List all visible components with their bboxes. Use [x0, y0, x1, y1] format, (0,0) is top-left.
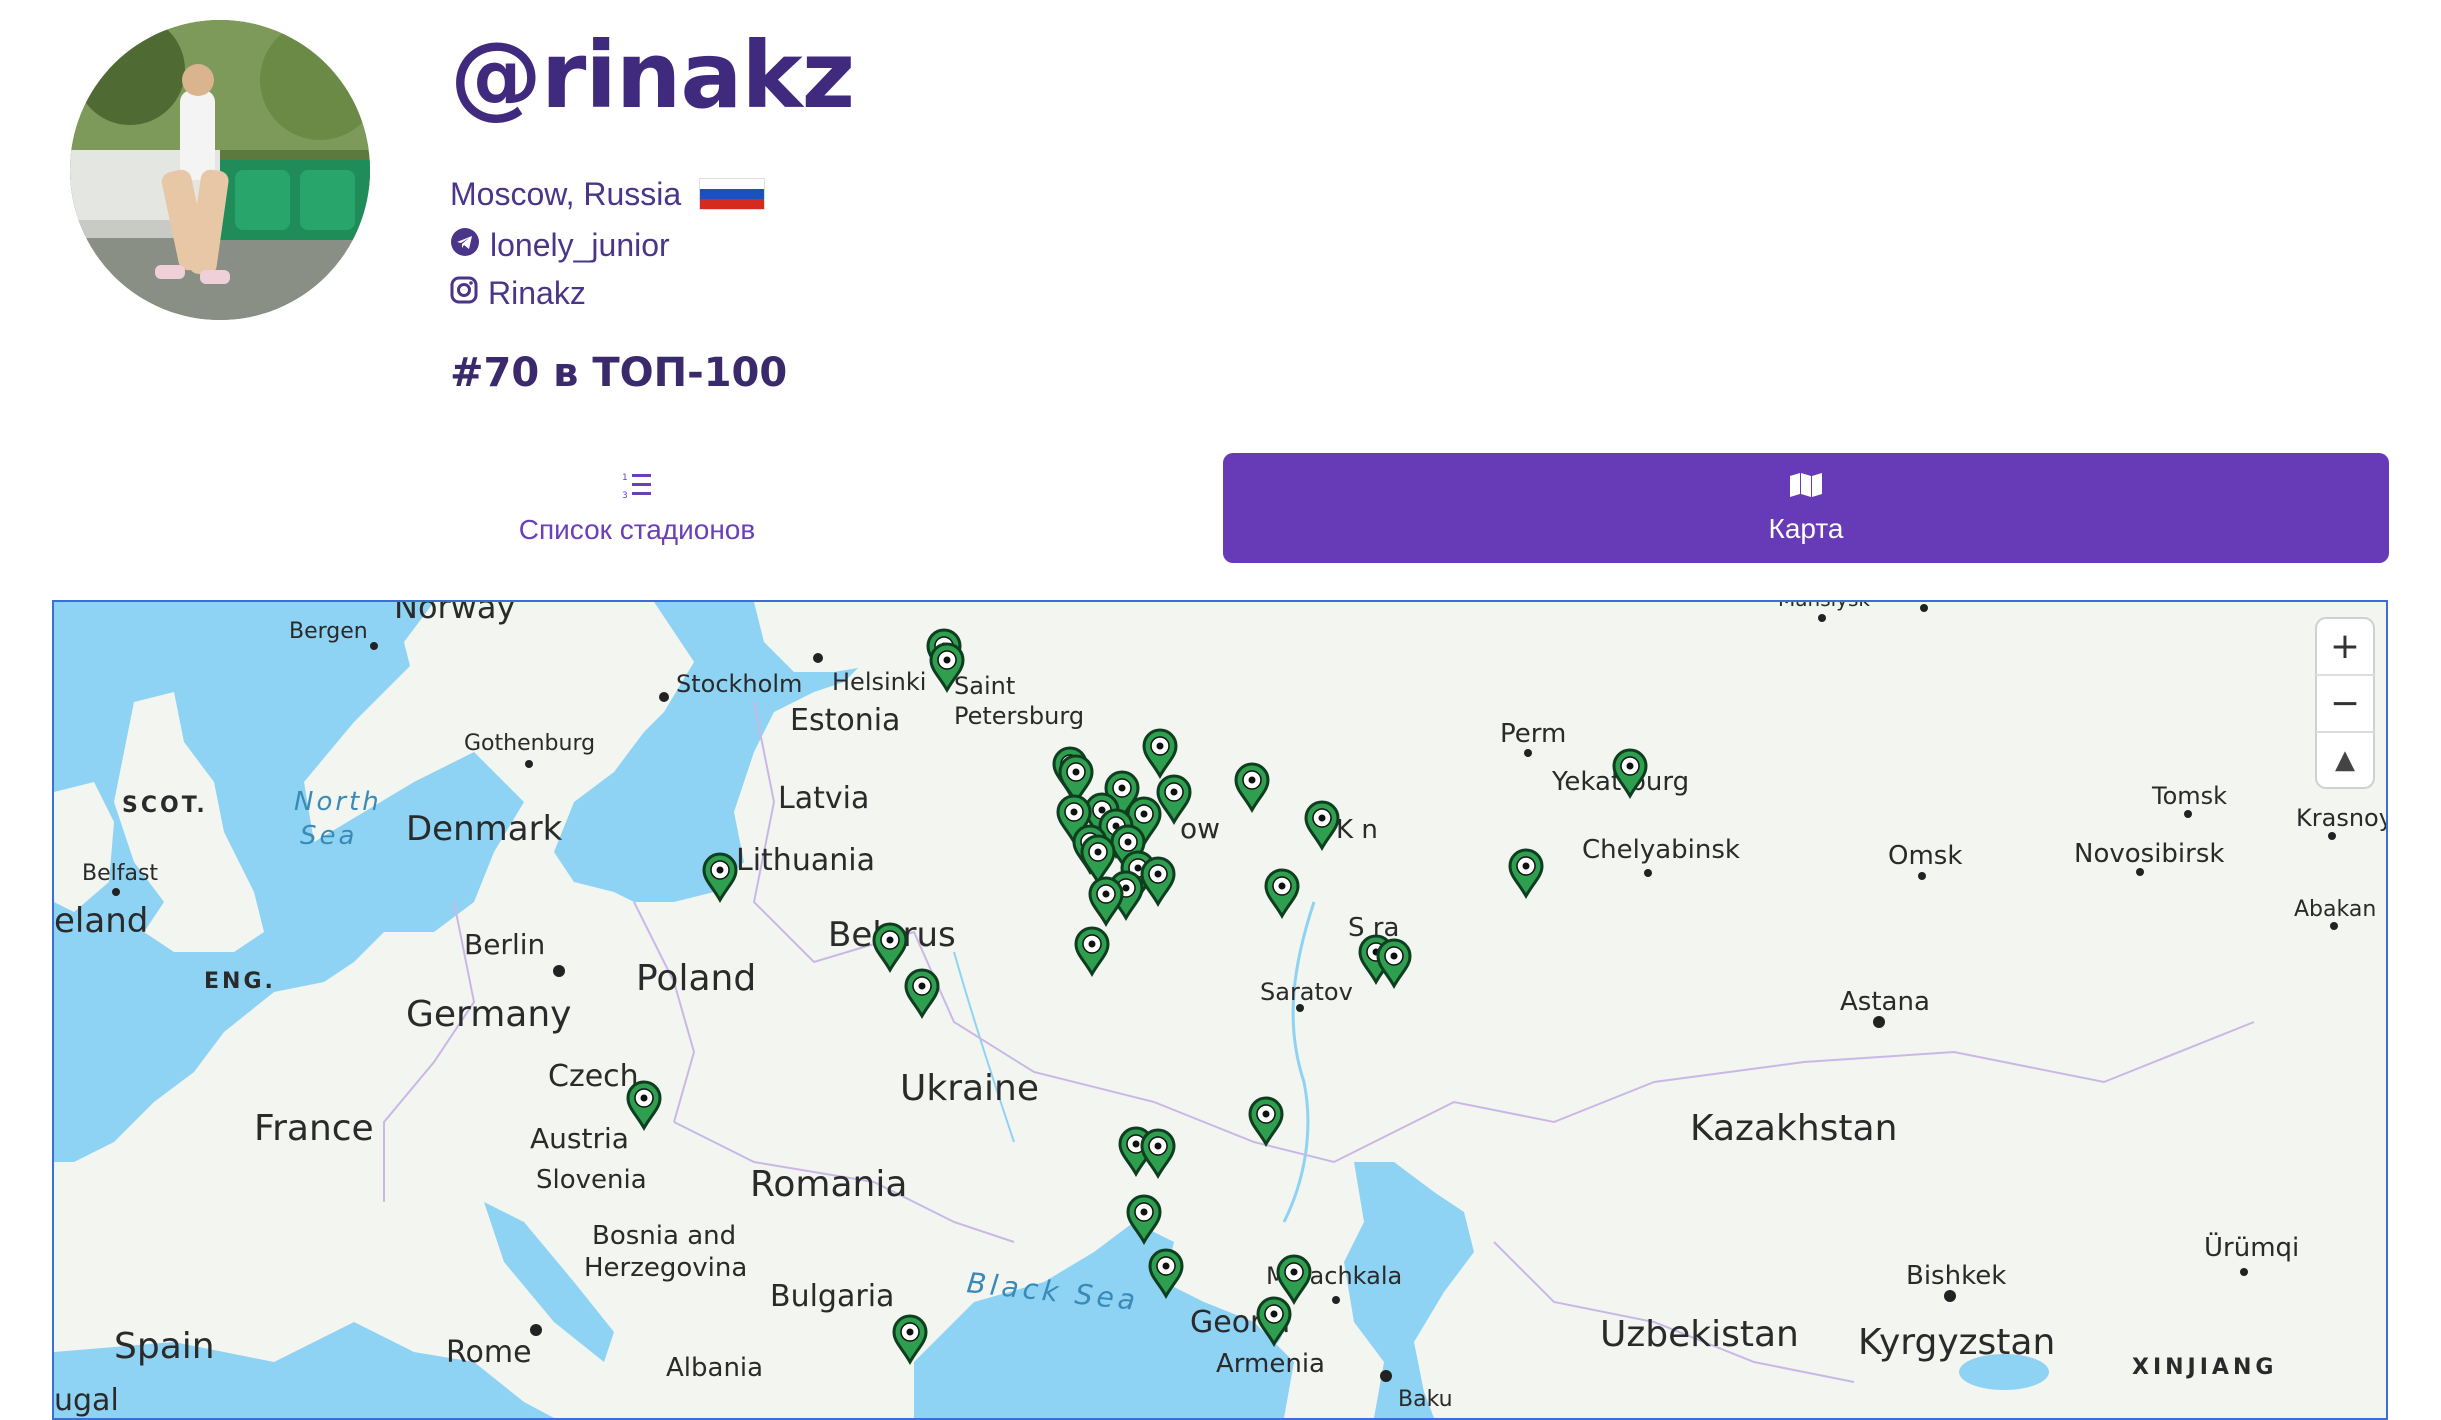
map-label-latvia: Latvia [778, 781, 869, 816]
compass-button[interactable]: ▲ [2335, 745, 2355, 775]
map-label-gothenburg: Gothenburg [464, 731, 595, 756]
zoom-in-button[interactable]: + [2330, 626, 2360, 667]
tab-stadium-list[interactable]: 13 Список стадионов [52, 453, 1222, 563]
map-label-moscow: ow [1180, 812, 1220, 845]
map-label-estonia: Estonia [790, 703, 900, 738]
map-icon [1789, 472, 1823, 505]
map-label-astana: Astana [1840, 987, 1930, 1017]
map-label-bishkek: Bishkek [1906, 1261, 2006, 1291]
map-label-saint: Saint [954, 672, 1015, 700]
map-label-petersburg: Petersburg [954, 702, 1084, 730]
zoom-out-button[interactable]: − [2330, 683, 2360, 724]
map-label-spain: Spain [114, 1326, 215, 1367]
map-label-ireland: eland [54, 901, 148, 941]
telegram-link[interactable]: lonely_junior [450, 227, 670, 262]
map-label-sea: Sea [300, 821, 357, 851]
map-label-scot: SCOT. [122, 793, 208, 818]
map-label-albania: Albania [666, 1353, 763, 1383]
map-label-saratov: Saratov [1260, 978, 1353, 1006]
map-label-bosnia-1: Bosnia and [592, 1221, 736, 1251]
map-label-armenia: Armenia [1216, 1349, 1325, 1379]
map-label-berlin: Berlin [464, 928, 545, 961]
map-land [54, 602, 2386, 1418]
map-label-uzbekistan: Uzbekistan [1600, 1314, 1799, 1355]
map-label-kyrgyzstan: Kyrgyzstan [1858, 1322, 2055, 1363]
instagram-handle: Rinakz [488, 274, 586, 311]
map-label-czech: Czech [548, 1059, 639, 1094]
map-label-north: North [294, 787, 382, 817]
instagram-icon [450, 276, 478, 309]
map-label-urumqi: Ürümqi [2204, 1231, 2299, 1263]
svg-text:3: 3 [622, 491, 628, 499]
map-label-denmark: Denmark [406, 809, 563, 849]
map-label-novosibirsk: Novosibirsk [2074, 839, 2224, 869]
map-label-helsinki: Helsinki [832, 668, 926, 696]
map-label-france: France [254, 1108, 374, 1149]
map-label-bulgaria: Bulgaria [770, 1279, 894, 1314]
map-label-eng: ENG. [204, 969, 276, 994]
username: @rinakz [450, 22, 855, 129]
location-line: Moscow, Russia [450, 176, 766, 212]
map-label-stockholm: Stockholm [676, 670, 802, 698]
map-label-belfast: Belfast [82, 861, 158, 886]
map-label-krasnoyarsk: Krasnoya [2296, 804, 2386, 832]
tab-stadium-list-label: Список стадионов [518, 513, 756, 545]
map-label-baku: Baku [1398, 1387, 1453, 1412]
map-label-kazan: K n [1336, 815, 1378, 845]
rank-badge: #70 в ТОП-100 [450, 350, 788, 396]
map-label-portugal: ugal [54, 1383, 119, 1418]
map-label-chelyabinsk: Chelyabinsk [1582, 835, 1740, 865]
map-label-slovenia: Slovenia [536, 1165, 647, 1195]
map-label-poland: Poland [636, 958, 756, 999]
map-label-norway: Norway [394, 602, 515, 626]
svg-text:1: 1 [622, 473, 628, 483]
map-label-xinjiang: XINJIANG [2132, 1355, 2277, 1380]
map-label-abakan: Abakan [2294, 897, 2376, 922]
map-label-tomsk: Tomsk [2151, 782, 2227, 810]
map-label-omsk: Omsk [1888, 841, 1962, 871]
map-label-ukraine: Ukraine [900, 1068, 1039, 1109]
tab-map[interactable]: Карта [1223, 453, 2389, 563]
map-label-mansiysk: Mansiysk [1778, 602, 1870, 611]
russia-flag-icon [699, 178, 766, 210]
map-label-perm: Perm [1500, 719, 1566, 749]
telegram-handle: lonely_junior [490, 226, 670, 263]
map-label-germany: Germany [406, 994, 571, 1035]
map-label-romania: Romania [750, 1164, 907, 1205]
tab-map-label: Карта [1768, 512, 1844, 544]
avatar [70, 20, 370, 320]
map-label-lithuania: Lithuania [736, 843, 875, 878]
map-label-austria: Austria [530, 1122, 629, 1155]
stadium-map[interactable]: + − ▲ Norway Bergen Stockholm Helsinki S… [52, 600, 2388, 1420]
map-label-bosnia-2: Herzegovina [584, 1253, 747, 1283]
map-label-bergen: Bergen [289, 619, 368, 644]
instagram-link[interactable]: Rinakz [450, 276, 586, 309]
map-label-rome: Rome [446, 1335, 532, 1370]
map-label-kazakhstan: Kazakhstan [1690, 1108, 1897, 1149]
list-ordered-icon: 13 [622, 471, 652, 506]
location-text: Moscow, Russia [450, 176, 682, 212]
telegram-icon [450, 227, 480, 262]
